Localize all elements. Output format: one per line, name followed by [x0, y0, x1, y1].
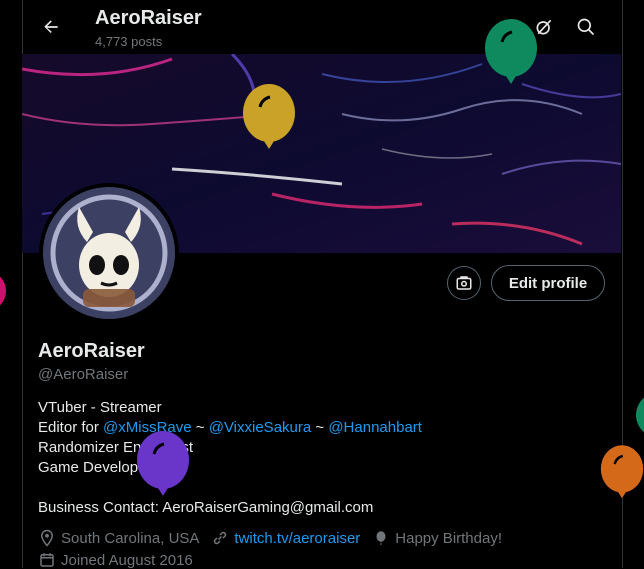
location: South Carolina, USA	[38, 529, 199, 547]
joined-text: Joined August 2016	[61, 551, 193, 569]
link-icon	[214, 531, 227, 545]
balloon-green	[485, 19, 537, 84]
bio-separator: ~	[191, 419, 209, 436]
bio-line: Business Contact: AeroRaiserGaming@gmail…	[38, 499, 374, 516]
bio-line: VTuber - Streamer	[38, 399, 162, 416]
avatar[interactable]	[39, 183, 179, 323]
bio-line: Randomizer Enthusiast	[38, 439, 194, 456]
media-button[interactable]	[447, 266, 481, 300]
search-icon	[577, 18, 595, 36]
post-count: 4,773 posts	[95, 34, 163, 49]
birthday-text: Happy Birthday!	[395, 529, 503, 547]
arrow-left-icon	[44, 20, 58, 33]
bio-line: Editor for @xMissRave ~ @VixxieSakura ~ …	[38, 418, 598, 438]
balloon-icon	[376, 531, 386, 545]
location-pin-icon	[40, 529, 54, 547]
bio: VTuber - Streamer Editor for @xMissRave …	[38, 398, 598, 518]
back-button[interactable]	[34, 10, 68, 44]
balloon-green-edge	[636, 397, 644, 433]
birthday: Happy Birthday!	[372, 529, 502, 547]
bio-text: Editor for	[38, 419, 104, 436]
media-icon	[456, 276, 472, 290]
website-link[interactable]: twitch.tv/aeroraiser	[234, 530, 360, 547]
balloon-orange	[600, 445, 644, 499]
mention-link[interactable]: @Hannahbart	[328, 419, 422, 436]
search-button[interactable]	[569, 10, 603, 44]
bio-line: Game Developer	[38, 459, 152, 476]
handle: @AeroRaiser	[38, 366, 129, 383]
joined: Joined August 2016	[38, 551, 193, 569]
bio-spacer	[38, 478, 598, 498]
location-text: South Carolina, USA	[61, 529, 200, 547]
profile-meta: South Carolina, USA twitch.tv/aeroraiser…	[38, 529, 502, 547]
balloon-pink-edge	[0, 276, 6, 306]
page-title: AeroRaiser	[95, 7, 202, 29]
balloon-purple	[137, 431, 189, 496]
balloon-yellow	[243, 84, 295, 149]
calendar-icon	[40, 553, 54, 567]
display-name: AeroRaiser	[38, 340, 145, 362]
bio-separator: ~	[311, 419, 329, 436]
mention-link[interactable]: @VixxieSakura	[209, 419, 312, 436]
edit-profile-button[interactable]: Edit profile	[491, 265, 605, 301]
website: twitch.tv/aeroraiser	[211, 529, 360, 547]
